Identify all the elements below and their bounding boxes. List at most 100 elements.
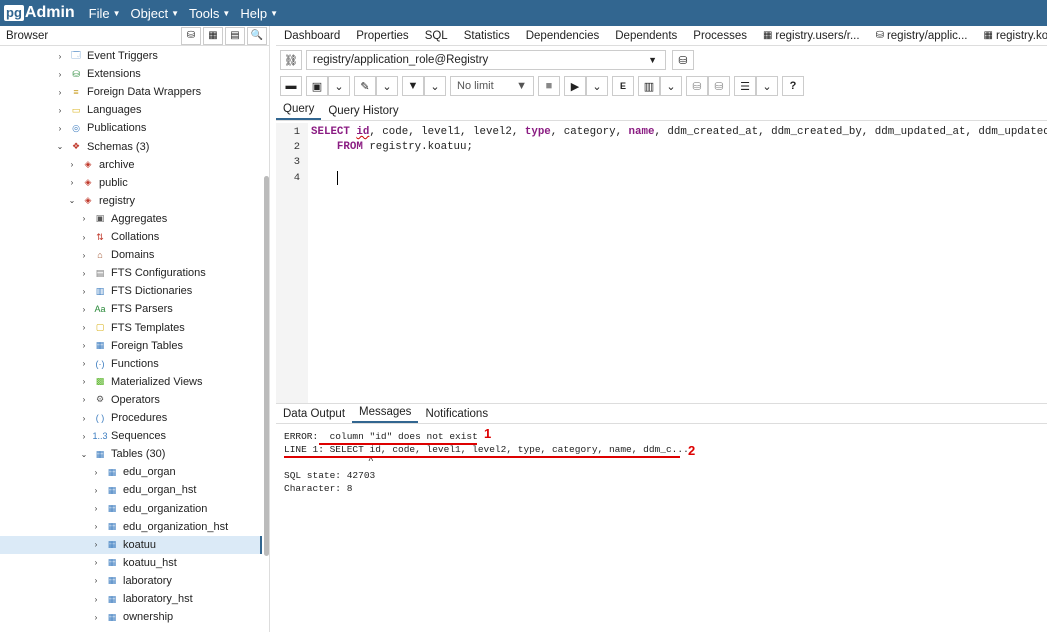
chevron-right-icon[interactable]: › (78, 233, 90, 242)
chevron-right-icon[interactable]: › (90, 540, 102, 549)
chevron-right-icon[interactable]: › (78, 359, 90, 368)
tab-2[interactable]: SQL (417, 30, 456, 42)
tree-item[interactable]: ⌄ ❖ Schemas (3) (0, 138, 262, 156)
tree-item[interactable]: › ▦ Foreign Tables (0, 337, 262, 355)
open-file-button[interactable]: ▬ (280, 76, 302, 96)
chevron-right-icon[interactable]: › (54, 52, 66, 61)
explain-button[interactable]: E (612, 76, 634, 96)
tree-item[interactable]: › ▢ FTS Templates (0, 319, 262, 337)
tab-query-history[interactable]: Query History (321, 105, 405, 120)
filter-dropdown-button[interactable]: ⌄ (424, 76, 446, 96)
tree-item[interactable]: › ▤ FTS Configurations (0, 264, 262, 282)
tree-item[interactable]: › ◈ archive (0, 156, 262, 174)
edit-button[interactable]: ✎ (354, 76, 376, 96)
tree-item[interactable]: › ⚙ Operators (0, 391, 262, 409)
menu-object[interactable]: Object ▼ (131, 6, 180, 21)
tree-item[interactable]: › ▦ edu_organization_hst (0, 518, 262, 536)
tree-item[interactable]: › ▩ Materialized Views (0, 373, 262, 391)
tab-3[interactable]: Statistics (456, 30, 518, 42)
tree-item[interactable]: › 1..3 Sequences (0, 427, 262, 445)
chevron-right-icon[interactable]: › (78, 323, 90, 332)
chevron-right-icon[interactable]: › (78, 269, 90, 278)
tree-item[interactable]: › ⇅ Collations (0, 228, 262, 246)
tree-item[interactable]: › 🗔 Event Triggers (0, 47, 262, 65)
chevron-right-icon[interactable]: › (90, 504, 102, 513)
view-data-button[interactable]: ▦ (203, 26, 223, 45)
pgadmin-logo[interactable]: pg Admin (4, 4, 75, 22)
stop-button[interactable]: ■ (538, 76, 560, 96)
save-file-button[interactable]: ▣ (306, 76, 328, 96)
sql-editor[interactable]: 1 2 3 4 SELECT id, code, level1, level2,… (276, 123, 1047, 403)
chevron-right-icon[interactable]: › (78, 341, 90, 350)
tab-1[interactable]: Properties (348, 30, 416, 42)
row-limit-select[interactable]: No limit ▼ (450, 76, 534, 96)
chevron-right-icon[interactable]: › (66, 178, 78, 187)
tree-item[interactable]: › ▦ koatuu (0, 535, 262, 554)
chevron-right-icon[interactable]: › (78, 395, 90, 404)
tree-item[interactable]: › ( ) Procedures (0, 409, 262, 427)
chevron-right-icon[interactable]: › (54, 106, 66, 115)
chevron-right-icon[interactable]: › (54, 88, 66, 97)
tree-item[interactable]: › ▦ koatuu_hst (0, 554, 262, 572)
tree-item[interactable]: ⌄ ◈ registry (0, 192, 262, 210)
tab-6[interactable]: Processes (685, 30, 755, 42)
macros-button[interactable]: ☰ (734, 76, 756, 96)
tab-notifications[interactable]: Notifications (418, 408, 495, 423)
menu-tools[interactable]: Tools ▼ (189, 6, 230, 21)
chevron-right-icon[interactable]: › (78, 214, 90, 223)
chevron-right-icon[interactable]: › (90, 522, 102, 531)
tree-item[interactable]: › ◎ Publications (0, 119, 262, 137)
chevron-right-icon[interactable]: › (78, 305, 90, 314)
tab-0[interactable]: Dashboard (276, 30, 348, 42)
edit-dropdown-button[interactable]: ⌄ (376, 76, 398, 96)
chevron-right-icon[interactable]: › (78, 287, 90, 296)
tree-item[interactable]: › (·) Functions (0, 355, 262, 373)
tree-item[interactable]: › ▦ edu_organization (0, 500, 262, 518)
tree-item[interactable]: › ▦ ownership (0, 608, 262, 626)
chevron-right-icon[interactable]: › (66, 160, 78, 169)
tree-item[interactable]: › ⌂ Domains (0, 246, 262, 264)
connection-select[interactable]: registry/application_role@Registry ▼ (306, 50, 666, 70)
menu-help[interactable]: Help ▼ (240, 6, 278, 21)
chevron-down-icon[interactable]: ⌄ (66, 196, 78, 205)
chevron-right-icon[interactable]: › (78, 432, 90, 441)
chevron-right-icon[interactable]: › (90, 613, 102, 622)
chevron-right-icon[interactable]: › (90, 558, 102, 567)
chevron-right-icon[interactable]: › (90, 486, 102, 495)
tree-item[interactable]: ⌄ ▦ Tables (30) (0, 445, 262, 463)
help-button[interactable]: ? (782, 76, 804, 96)
tree-item[interactable]: › ⛁ Extensions (0, 65, 262, 83)
chevron-right-icon[interactable]: › (78, 251, 90, 260)
tree-item[interactable]: › ◈ public (0, 174, 262, 192)
chevron-right-icon[interactable]: › (78, 377, 90, 386)
tree-item[interactable]: › ≡ Foreign Data Wrappers (0, 83, 262, 101)
new-connection-button[interactable]: ⛁ (672, 50, 694, 70)
menu-file[interactable]: File ▼ (89, 6, 121, 21)
tree-item[interactable]: › ▥ FTS Dictionaries (0, 282, 262, 300)
chevron-right-icon[interactable]: › (78, 414, 90, 423)
tab-5[interactable]: Dependents (607, 30, 685, 42)
search-objects-button[interactable]: 🔍 (247, 26, 267, 45)
chevron-right-icon[interactable]: › (54, 70, 66, 79)
tab-4[interactable]: Dependencies (518, 30, 608, 42)
save-dropdown-button[interactable]: ⌄ (328, 76, 350, 96)
tab-7[interactable]: ▦ registry.users/r... (755, 30, 868, 42)
tree-item[interactable]: › ▦ edu_organ (0, 463, 262, 481)
chevron-right-icon[interactable]: › (90, 468, 102, 477)
chevron-right-icon[interactable]: › (54, 124, 66, 133)
tree-item[interactable]: › ▣ Aggregates (0, 210, 262, 228)
commit-button[interactable]: ⛁ (686, 76, 708, 96)
tab-8[interactable]: ⛁ registry/applic... (868, 30, 976, 42)
filtered-rows-button[interactable]: ▤ (225, 26, 245, 45)
tree-item[interactable]: › ▭ Languages (0, 101, 262, 119)
explain-dropdown-button[interactable]: ⌄ (660, 76, 682, 96)
chevron-down-icon[interactable]: ⌄ (54, 142, 66, 151)
tab-9[interactable]: ▦registry.koatuu... (975, 30, 1047, 42)
connection-status-button[interactable]: ⛓ (280, 50, 302, 70)
tree-item[interactable]: › Aa FTS Parsers (0, 300, 262, 318)
execute-button[interactable]: ▶ (564, 76, 586, 96)
tab-query[interactable]: Query (276, 103, 322, 120)
filter-button[interactable]: ▼ (402, 76, 424, 96)
chevron-right-icon[interactable]: › (90, 576, 102, 585)
tree-item[interactable]: › ▦ laboratory_hst (0, 590, 262, 608)
